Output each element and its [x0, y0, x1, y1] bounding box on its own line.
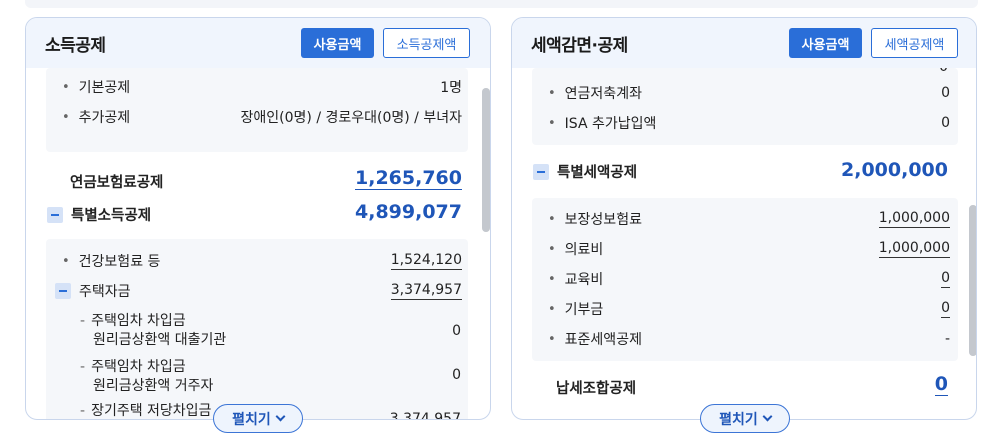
- special-label: 특별세액공제: [557, 165, 638, 181]
- special-row: 특별소득공제: [47, 204, 151, 225]
- housing-label: 주택자금: [79, 284, 131, 300]
- income-deduction-amount-button[interactable]: 소득공제액: [383, 28, 470, 58]
- standard-label: 표준세액공제: [564, 332, 642, 348]
- donation-row: • 기부금 0: [548, 299, 950, 319]
- standard-value: -: [944, 331, 950, 347]
- pension-save-value: 0: [941, 85, 950, 101]
- bullet-icon: •: [62, 109, 70, 125]
- bullet-icon: •: [62, 253, 70, 269]
- pension-box: [532, 68, 958, 145]
- chevron-down-icon: [275, 411, 286, 422]
- bullet-icon: •: [548, 301, 556, 317]
- health-value[interactable]: 1,524,120: [390, 252, 462, 270]
- sub1-line2: 원리금상환액 대출기관: [93, 332, 227, 348]
- education-label: 교육비: [564, 272, 604, 288]
- extra-label: 추가공제: [78, 110, 131, 126]
- union-label: 납세조합공제: [556, 381, 637, 397]
- housing-row: 주택자금 3,374,957: [55, 281, 462, 301]
- panel-title: 소득공제: [45, 35, 106, 56]
- sub2-line1: 주택임차 차입금: [91, 359, 186, 375]
- panel-body: 0 • 연금저축계좌 0 • ISA 추가납입액 0 특별세액공제 2,000,…: [512, 68, 976, 419]
- tax-credit-amount-button[interactable]: 세액공제액: [871, 28, 958, 58]
- medical-row: • 의료비 1,000,000: [548, 239, 950, 259]
- expand-label: 펼치기: [232, 411, 271, 428]
- insurance-row: • 보장성보험료 1,000,000: [548, 209, 950, 229]
- sub3-value: 3,374,957: [389, 411, 461, 420]
- panel-title: 세액감면·공제: [531, 35, 628, 56]
- expand-label: 펼치기: [719, 411, 758, 428]
- usage-amount-button[interactable]: 사용금액: [301, 28, 374, 58]
- isa-value: 0: [941, 115, 950, 131]
- medical-label: 의료비: [564, 242, 604, 258]
- sub1-value: 0: [452, 323, 461, 339]
- panel-header: 세액감면·공제 사용금액 세액공제액: [512, 18, 976, 68]
- health-row: • 건강보험료 등 1,524,120: [62, 251, 462, 271]
- insurance-value[interactable]: 1,000,000: [878, 210, 950, 228]
- extra-row: • 추가공제 장애인(0명) / 경로우대(0명) / 부녀자: [62, 107, 462, 127]
- donation-value[interactable]: 0: [941, 300, 950, 318]
- collapse-icon[interactable]: [47, 206, 63, 223]
- panel-header: 소득공제 사용금액 소득공제액: [26, 18, 490, 68]
- collapse-icon[interactable]: [55, 283, 71, 299]
- bullet-icon: •: [62, 79, 70, 95]
- top-strip: [25, 0, 978, 8]
- tax-credit-panel: 세액감면·공제 사용금액 세액공제액 0 • 연금저축계좌 0 • ISA 추가…: [511, 17, 977, 420]
- insurance-label: 보장성보험료: [564, 212, 642, 228]
- education-row: • 교육비 0: [548, 269, 950, 289]
- bullet-icon: •: [548, 211, 556, 227]
- health-label: 건강보험료 등: [78, 254, 161, 270]
- bullet-icon: •: [548, 85, 556, 101]
- union-value[interactable]: 0: [934, 373, 948, 396]
- expand-button-right[interactable]: 펼치기: [700, 404, 790, 433]
- extra-value: 장애인(0명) / 경로우대(0명) / 부녀자: [240, 110, 462, 126]
- standard-row: • 표준세액공제 -: [548, 329, 950, 349]
- bullet-icon: •: [548, 241, 556, 257]
- collapse-icon[interactable]: [533, 163, 549, 180]
- basic-value: 1명: [440, 80, 462, 96]
- sub3-line1: 장기주택 저당차입금: [91, 403, 212, 419]
- isa-label: ISA 추가납입액: [564, 116, 657, 132]
- special-value: 4,899,077: [355, 201, 462, 223]
- income-deduction-panel: 소득공제 사용금액 소득공제액 • 기본공제 1명 • 추가공제 장애인(0명)…: [25, 17, 491, 420]
- basic-label: 기본공제: [78, 80, 131, 96]
- scrollbar-thumb[interactable]: [969, 205, 976, 356]
- isa-row: • ISA 추가납입액 0: [548, 113, 950, 133]
- bullet-icon: •: [548, 115, 556, 131]
- pension-save-label: 연금저축계좌: [564, 86, 642, 102]
- sub-item-2: - 주택임차 차입금 원리금상환액 거주자: [80, 359, 214, 394]
- sub-item-1: - 주택임차 차입금 원리금상환액 대출기관: [80, 313, 227, 348]
- scrollbar-thumb[interactable]: [482, 88, 490, 232]
- special-label: 특별소득공제: [71, 208, 152, 224]
- bullet-icon: •: [548, 271, 556, 287]
- sub2-value: 0: [452, 367, 461, 383]
- pension-label: 연금보험료공제: [70, 175, 164, 191]
- top-value: 0: [939, 68, 948, 75]
- usage-amount-button[interactable]: 사용금액: [789, 28, 862, 58]
- donation-label: 기부금: [564, 302, 604, 318]
- pension-save-row: • 연금저축계좌 0: [548, 83, 950, 103]
- sub1-line1: 주택임차 차입금: [91, 313, 186, 329]
- pension-value[interactable]: 1,265,760: [355, 167, 462, 190]
- expand-button-left[interactable]: 펼치기: [213, 404, 303, 433]
- bullet-icon: •: [548, 331, 556, 347]
- basic-row: • 기본공제 1명: [62, 77, 462, 97]
- scrollbar[interactable]: [969, 205, 976, 356]
- medical-value[interactable]: 1,000,000: [878, 240, 950, 258]
- special-value: 2,000,000: [841, 159, 948, 181]
- scrollbar[interactable]: [482, 88, 490, 232]
- education-value[interactable]: 0: [941, 270, 950, 288]
- sub-item-3: - 장기주택 저당차입금: [80, 403, 212, 419]
- panel-body: • 기본공제 1명 • 추가공제 장애인(0명) / 경로우대(0명) / 부녀…: [26, 68, 490, 420]
- chevron-down-icon: [762, 411, 773, 422]
- sub2-line2: 원리금상환액 거주자: [93, 378, 214, 394]
- special-row: 특별세액공제: [533, 161, 637, 182]
- housing-value[interactable]: 3,374,957: [390, 282, 462, 300]
